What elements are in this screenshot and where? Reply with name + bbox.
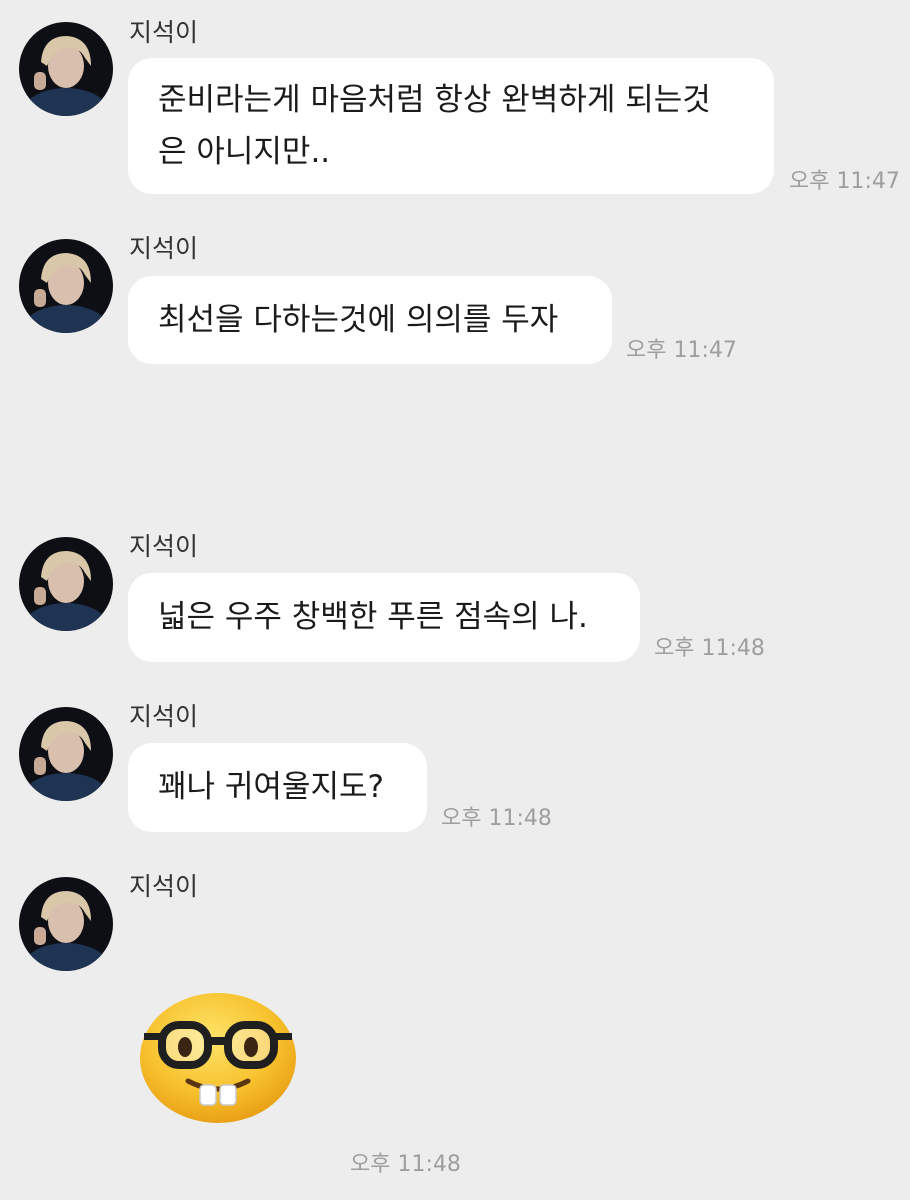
message-timestamp: 오후 11:48 — [654, 636, 765, 661]
message-bubble[interactable]: 꽤나 귀여울지도? — [128, 743, 427, 832]
avatar[interactable] — [19, 22, 113, 116]
avatar[interactable] — [19, 707, 113, 801]
sender-name: 지석이 — [129, 18, 199, 47]
message-timestamp: 오후 11:47 — [626, 338, 737, 363]
message-bubble[interactable]: 최선을 다하는것에 의의를 두자 — [128, 276, 612, 364]
message-text: 준비라는게 마음처럼 항상 완벽하게 되는것 — [158, 82, 711, 118]
message-text: 최선을 다하는것에 의의를 두자 — [158, 302, 559, 338]
message-timestamp: 오후 11:48 — [350, 1152, 461, 1177]
avatar[interactable] — [19, 877, 113, 971]
emoji-message[interactable] — [138, 993, 298, 1127]
avatar-photo-icon — [19, 877, 113, 971]
sender-name: 지석이 — [129, 702, 199, 731]
message-timestamp: 오후 11:48 — [441, 806, 552, 831]
message-bubble[interactable]: 넓은 우주 창백한 푸른 점속의 나. — [128, 573, 640, 662]
nerd-face-icon — [140, 993, 296, 1123]
avatar[interactable] — [19, 537, 113, 631]
message-bubble[interactable]: 준비라는게 마음처럼 항상 완벽하게 되는것 은 아니지만.. — [128, 58, 774, 194]
avatar-photo-icon — [19, 707, 113, 801]
avatar-photo-icon — [19, 22, 113, 116]
message-timestamp: 오후 11:47 — [789, 169, 900, 194]
message-text: 은 아니지만.. — [158, 134, 331, 170]
avatar-photo-icon — [19, 239, 113, 333]
avatar-photo-icon — [19, 537, 113, 631]
message-text: 꽤나 귀여울지도? — [158, 769, 384, 805]
message-text: 넓은 우주 창백한 푸른 점속의 나. — [158, 599, 588, 635]
sender-name: 지석이 — [129, 532, 199, 561]
sender-name: 지석이 — [129, 872, 199, 901]
sender-name: 지석이 — [129, 234, 199, 263]
avatar[interactable] — [19, 239, 113, 333]
